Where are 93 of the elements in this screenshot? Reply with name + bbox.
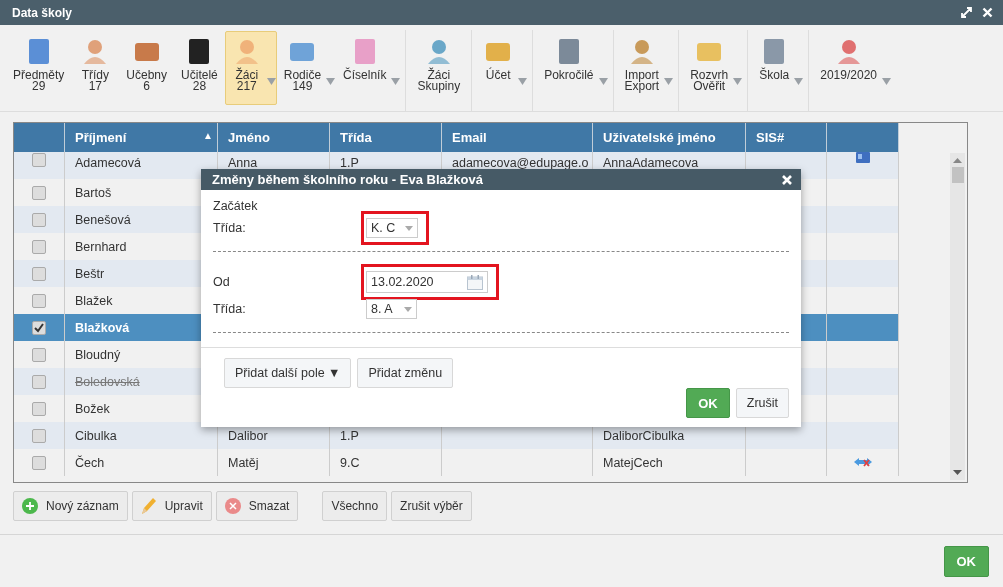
column-header[interactable]: Email	[452, 130, 487, 145]
close-icon[interactable]	[782, 174, 792, 185]
row-checkbox[interactable]	[32, 374, 46, 389]
sort-indicator[interactable]: ▲	[203, 130, 213, 145]
table-cell: AnnaAdamecova	[603, 156, 699, 170]
toolbar-button[interactable]: 2019/2020	[813, 31, 892, 105]
table-row[interactable]: Čech Matěj 9.C MatejCech	[14, 449, 899, 476]
table-cell: Blažek	[75, 293, 113, 308]
action-button[interactable]: Nový záznam	[13, 491, 128, 521]
table-cell: Blažková	[75, 320, 130, 335]
scroll-down-icon[interactable]	[953, 470, 962, 475]
delete-icon	[224, 498, 241, 514]
toolbar-button[interactable]: Účet	[476, 31, 529, 105]
scrollbar[interactable]	[950, 153, 965, 480]
toolbar-button[interactable]: Rozvrh Ověřit	[683, 31, 744, 105]
dialog-button[interactable]: Přidat další pole ▼	[224, 358, 352, 388]
toolbar-button[interactable]: Číselník	[336, 31, 402, 105]
close-icon[interactable]	[982, 7, 993, 18]
toolbar-button[interactable]: Učitelé 28	[174, 31, 225, 105]
pencil-icon	[140, 497, 157, 515]
row-checkbox[interactable]	[32, 401, 46, 416]
table-cell: Adamecová	[75, 156, 141, 170]
table-cell: Matěj	[228, 455, 259, 470]
table-cell: adamecova@edupage.o	[452, 156, 589, 170]
maximize-icon[interactable]	[961, 7, 972, 18]
scroll-up-icon[interactable]	[953, 158, 962, 163]
table-cell: 1.P	[340, 428, 359, 443]
row-checkbox[interactable]	[32, 455, 46, 470]
toolbar-button[interactable]: Předměty 29	[6, 31, 72, 105]
table-cell: Benešová	[75, 212, 131, 227]
row-checkbox[interactable]	[32, 347, 46, 362]
toolbar-button[interactable]: Třídy 17	[71, 31, 120, 105]
toolbar-button[interactable]: Učebny 6	[119, 31, 175, 105]
class-select[interactable]: K. C	[366, 218, 419, 238]
action-button[interactable]: Zrušit výběr	[391, 491, 472, 521]
row-checkbox[interactable]	[32, 152, 46, 167]
action-button[interactable]: Upravit	[131, 491, 212, 521]
field-label: Třída:	[213, 221, 247, 235]
table-cell: 9.C	[340, 455, 360, 470]
scrollbar-thumb[interactable]	[951, 167, 964, 183]
row-checkbox[interactable]	[32, 239, 46, 254]
toolbar-label: Rozvrh Ověřit	[690, 70, 729, 92]
toolbar-label: Pokročilé	[544, 70, 594, 81]
action-button[interactable]: Smazat	[215, 491, 299, 521]
toolbar-label: Učebny 6	[126, 70, 168, 92]
toolbar-button[interactable]: Žáci Skupiny	[410, 31, 468, 105]
column-header[interactable]: SIS#	[756, 130, 785, 145]
row-checkbox[interactable]	[32, 320, 46, 335]
window-title: Data školy	[12, 5, 74, 20]
column-header[interactable]: Jméno	[228, 130, 270, 145]
toolbar-button[interactable]: Import Export	[617, 31, 675, 105]
date-field[interactable]: 13.02.2020	[366, 271, 488, 293]
action-button[interactable]: Všechno	[322, 491, 388, 521]
row-checkbox[interactable]	[32, 293, 46, 308]
calendar-icon	[467, 274, 483, 290]
toolbar-button[interactable]: Rodiče 149	[276, 31, 337, 105]
toolbar-label: Třídy 17	[81, 70, 110, 92]
toolbar-label: Učitelé 28	[181, 70, 218, 92]
table-cell: Bloudný	[75, 347, 121, 362]
dialog-button[interactable]: Přidat změnu	[357, 358, 454, 388]
toolbar-button[interactable]: Škola	[752, 31, 805, 105]
table-cell: Dalibor	[228, 428, 268, 443]
row-checkbox[interactable]	[32, 212, 46, 227]
cancel-button[interactable]: Zrušit	[735, 388, 789, 418]
class-select[interactable]: 8. A	[366, 299, 417, 319]
column-header[interactable]: Třída	[340, 130, 372, 145]
row-checkbox[interactable]	[32, 185, 46, 200]
table-cell: Bartoš	[75, 185, 112, 200]
table-cell: Čech	[75, 455, 105, 470]
toolbar-button[interactable]: Pokročilé	[537, 31, 609, 105]
table-cell: MatejCech	[603, 455, 663, 470]
caret-icon	[404, 306, 412, 312]
table-cell: Cibulka	[75, 428, 117, 443]
row-checkbox[interactable]	[32, 428, 46, 443]
caret-icon	[405, 225, 414, 231]
toolbar-label: Předměty 29	[13, 70, 65, 92]
row-checkbox[interactable]	[32, 266, 46, 281]
toolbar-button[interactable]: Žáci 217	[224, 31, 277, 105]
section-label: Od	[213, 275, 231, 289]
table-cell: 1.P	[340, 156, 359, 170]
table-cell: DaliborCibulka	[603, 428, 685, 443]
toolbar-label: Import Export	[624, 70, 660, 92]
table-cell: Bernhard	[75, 239, 127, 254]
table-cell: Anna	[228, 156, 258, 170]
table-cell: Boledovská	[75, 374, 140, 389]
table-cell: Beštr	[75, 266, 105, 281]
field-label: Třída:	[213, 302, 247, 316]
toolbar-label: 2019/2020	[820, 70, 877, 81]
table-cell: Božek	[75, 401, 110, 416]
column-header[interactable]: Příjmení	[75, 130, 127, 145]
toolbar-label: Rodiče 149	[283, 70, 322, 92]
plus-icon	[22, 498, 38, 514]
section-label: Začátek	[213, 199, 259, 213]
